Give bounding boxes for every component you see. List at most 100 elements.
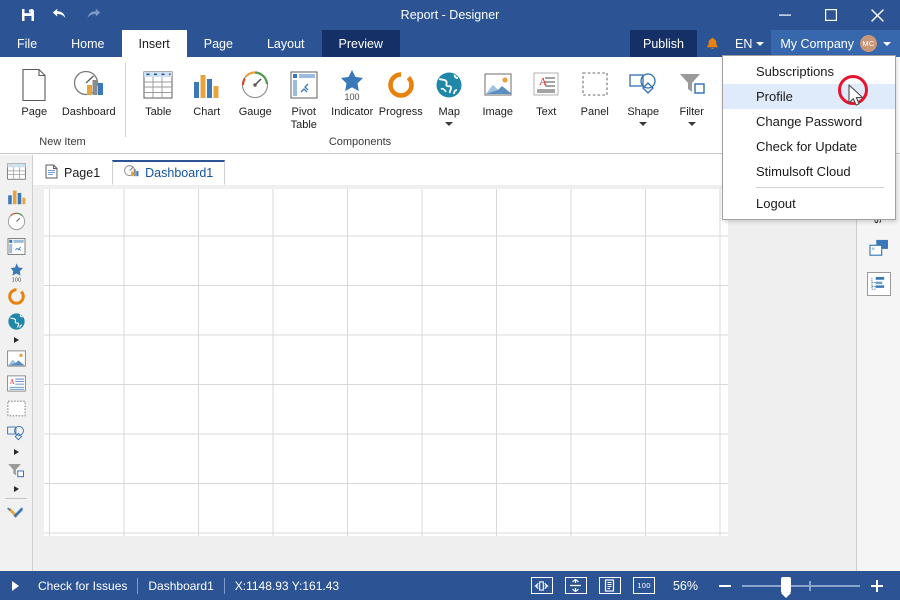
single-page-icon[interactable] — [598, 577, 621, 594]
toolbox-item-text[interactable]: A — [3, 371, 29, 396]
ribbon-label-progress: Progress — [378, 106, 423, 118]
document-tab-page1[interactable]: Page1 — [33, 160, 112, 185]
ribbon-button-indicator[interactable]: 100 Indicator — [328, 63, 377, 119]
chart-icon — [191, 65, 223, 105]
ribbon-button-image[interactable]: Image — [474, 63, 523, 119]
ribbon-button-gauge[interactable]: Gauge — [231, 63, 280, 119]
save-icon[interactable] — [19, 6, 37, 24]
menu-item-logout[interactable]: Logout — [723, 191, 895, 216]
language-selector[interactable]: EN — [728, 30, 771, 57]
menu-item-stimulsoft-cloud[interactable]: Stimulsoft Cloud — [723, 159, 895, 184]
zoom-thumb[interactable] — [781, 576, 791, 598]
ribbon-button-filter[interactable]: Filter — [668, 63, 717, 126]
toolbox-item-indicator[interactable]: 100 — [3, 259, 29, 284]
tab-layout[interactable]: Layout — [250, 30, 322, 57]
ribbon-button-text[interactable]: A Text — [522, 63, 571, 119]
ribbon-button-map[interactable]: Map — [425, 63, 474, 126]
design-page[interactable] — [44, 189, 728, 536]
table-icon — [142, 65, 174, 105]
ribbon-group-components: Table Chart Gauge Pivot Table 100 Indica… — [126, 57, 724, 153]
toolbox-item-table[interactable] — [3, 159, 29, 184]
ribbon-label-chart: Chart — [193, 106, 221, 118]
menu-item-change-password[interactable]: Change Password — [723, 109, 895, 134]
ribbon-label-panel: Panel — [580, 106, 609, 118]
zoom-in-button[interactable] — [868, 577, 886, 595]
status-check-for-issues[interactable]: Check for Issues — [28, 579, 137, 593]
page-icon — [19, 65, 49, 105]
shape-icon — [627, 65, 659, 105]
ribbon-label-indicator: Indicator — [331, 106, 374, 118]
chevron-down-icon[interactable] — [639, 122, 648, 126]
status-bar: Check for Issues Dashboard1 X:1148.93 Y:… — [0, 571, 900, 600]
dictionary-icon[interactable] — [867, 236, 891, 260]
dashboard-icon — [72, 65, 106, 105]
menu-item-profile[interactable]: Profile — [723, 84, 895, 109]
toolbox-arrow-map[interactable] — [3, 334, 29, 346]
maximize-icon[interactable] — [808, 0, 854, 30]
ribbon-button-chart[interactable]: Chart — [183, 63, 232, 119]
ribbon-button-page[interactable]: Page — [8, 63, 61, 119]
filter-icon — [676, 65, 708, 105]
minimize-icon[interactable] — [762, 0, 808, 30]
document-tab-dashboard1[interactable]: Dashboard1 — [112, 160, 226, 185]
ribbon-label-map: Map — [438, 106, 460, 118]
tab-insert[interactable]: Insert — [121, 30, 187, 57]
toolbox-item-gauge[interactable] — [3, 209, 29, 234]
ribbon-button-panel[interactable]: Panel — [571, 63, 620, 119]
toolbox-item-progress[interactable] — [3, 284, 29, 309]
account-bar: Publish EN My Company MC — [629, 30, 900, 57]
toolbox-item-filter[interactable] — [3, 458, 29, 483]
menu-item-check-for-update[interactable]: Check for Update — [723, 134, 895, 159]
toolbox-arrow-shape[interactable] — [3, 446, 29, 458]
toolbox-item-pivot-table[interactable] — [3, 234, 29, 259]
undo-icon[interactable] — [51, 6, 69, 24]
tab-preview[interactable]: Preview — [321, 30, 400, 57]
toolbox-item-map[interactable] — [3, 309, 29, 334]
zoom-100-icon[interactable]: 100 — [632, 577, 655, 594]
language-label: EN — [734, 36, 753, 51]
zoom-out-button[interactable] — [716, 577, 734, 595]
fit-page-icon[interactable] — [564, 577, 587, 594]
ribbon-label-pivot-table: Pivot Table — [290, 106, 317, 131]
redo-icon[interactable] — [83, 6, 101, 24]
zoom-track[interactable] — [742, 576, 860, 598]
tab-home[interactable]: Home — [54, 30, 121, 57]
map-icon — [433, 65, 465, 105]
account-menu-button[interactable]: My Company MC — [771, 30, 900, 57]
toolbox-arrow-filter[interactable] — [3, 483, 29, 495]
ribbon-button-progress[interactable]: Progress — [377, 63, 426, 119]
zoom-slider[interactable] — [716, 576, 886, 598]
ribbon-label-filter: Filter — [679, 106, 704, 118]
menu-item-subscriptions[interactable]: Subscriptions — [723, 59, 895, 84]
triangle-right-icon[interactable] — [12, 580, 19, 591]
ribbon-button-dashboard[interactable]: Dashboard — [61, 63, 117, 119]
publish-button[interactable]: Publish — [629, 30, 697, 57]
toolbox-item-panel[interactable] — [3, 396, 29, 421]
tab-file[interactable]: File — [0, 30, 54, 57]
bell-icon[interactable] — [697, 30, 728, 57]
report-tree-icon[interactable] — [866, 271, 891, 296]
ribbon-group-label-components: Components — [328, 136, 392, 148]
toolbox-item-chart[interactable] — [3, 184, 29, 209]
indicator-icon: 100 — [336, 65, 368, 105]
tab-page[interactable]: Page — [187, 30, 250, 57]
menu-divider — [756, 187, 884, 188]
fit-width-icon[interactable] — [530, 577, 553, 594]
canvas-scroll-area[interactable] — [33, 185, 856, 571]
chevron-down-icon[interactable] — [687, 122, 696, 126]
ribbon-label-shape: Shape — [627, 106, 660, 118]
page-icon — [45, 164, 58, 182]
toolbox-item-image[interactable] — [3, 346, 29, 371]
ribbon-button-pivot-table[interactable]: Pivot Table — [280, 63, 329, 132]
ribbon-button-shape[interactable]: Shape — [619, 63, 668, 126]
ribbon-button-table[interactable]: Table — [134, 63, 183, 119]
toolbox-item-setup-toolbox[interactable] — [3, 502, 29, 527]
zoom-100-label: 100 — [637, 581, 651, 590]
svg-text:A: A — [9, 378, 14, 386]
zoom-tick — [809, 580, 811, 591]
toolbox-item-shape[interactable] — [3, 421, 29, 446]
ribbon-label-dashboard: Dashboard — [61, 106, 116, 118]
chevron-down-icon[interactable] — [445, 122, 454, 126]
close-icon[interactable] — [854, 0, 900, 30]
designer-window: Report - Designer File Home Insert Page … — [0, 0, 900, 600]
